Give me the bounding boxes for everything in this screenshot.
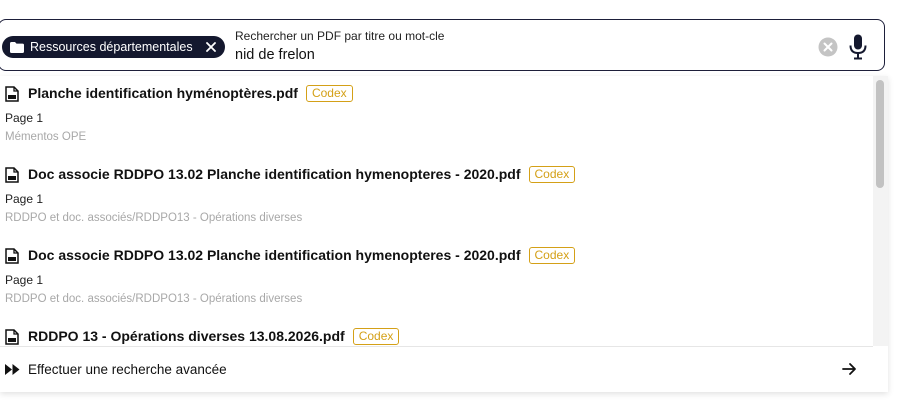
result-title-row: Doc associe RDDPO 13.02 Planche identifi… xyxy=(28,247,576,264)
source-badge: Codex xyxy=(352,328,400,345)
result-item[interactable]: RDDPO 13 - Opérations diverses 13.08.202… xyxy=(0,319,873,346)
source-badge: Codex xyxy=(528,247,576,264)
search-bar[interactable]: Ressources départementales Rechercher un… xyxy=(0,19,885,71)
arrow-right-icon[interactable] xyxy=(842,362,857,376)
result-title-row: Planche identification hyménoptères.pdf C… xyxy=(28,85,353,102)
result-page: Page 1 xyxy=(5,273,44,287)
advanced-search-label: Effectuer une recherche avancée xyxy=(28,362,227,377)
result-item[interactable]: Doc associe RDDPO 13.02 Planche identifi… xyxy=(0,238,873,316)
clear-icon[interactable] xyxy=(818,37,838,57)
scope-chip[interactable]: Ressources départementales xyxy=(2,36,225,58)
result-item[interactable]: Planche identification hyménoptères.pdf C… xyxy=(0,76,873,154)
results-dropdown: Planche identification hyménoptères.pdf C… xyxy=(0,76,888,392)
scope-chip-label: Ressources départementales xyxy=(30,40,193,54)
result-list: Planche identification hyménoptères.pdf C… xyxy=(0,76,873,346)
result-title: RDDPO 13 - Opérations diverses 13.08.202… xyxy=(28,328,345,344)
result-title: Planche identification hyménoptères.pdf xyxy=(28,85,298,101)
result-title-row: RDDPO 13 - Opérations diverses 13.08.202… xyxy=(28,328,400,345)
close-icon[interactable] xyxy=(205,41,217,53)
search-field-label: Rechercher un PDF par titre ou mot-cle xyxy=(235,29,445,43)
result-title: Doc associe RDDPO 13.02 Planche identifi… xyxy=(28,166,521,182)
result-path: RDDPO et doc. associés/RDDPO13 - Opérati… xyxy=(5,212,303,224)
source-badge: Codex xyxy=(528,166,576,183)
result-page: Page 1 xyxy=(5,192,44,206)
pdf-file-icon xyxy=(5,248,19,264)
search-input[interactable] xyxy=(235,47,755,63)
source-badge: Codex xyxy=(305,85,353,102)
result-path: RDDPO et doc. associés/RDDPO13 - Opérati… xyxy=(5,293,303,305)
result-path: Mémentos OPE xyxy=(5,131,87,143)
fast-forward-icon xyxy=(5,364,20,375)
scrollbar-thumb[interactable] xyxy=(876,80,884,188)
result-item[interactable]: Doc associe RDDPO 13.02 Planche identifi… xyxy=(0,157,873,235)
result-title-row: Doc associe RDDPO 13.02 Planche identifi… xyxy=(28,166,576,183)
microphone-icon[interactable] xyxy=(848,34,868,60)
result-title: Doc associe RDDPO 13.02 Planche identifi… xyxy=(28,247,521,263)
result-page: Page 1 xyxy=(5,111,44,125)
advanced-search-button[interactable]: Effectuer une recherche avancée xyxy=(0,346,873,392)
pdf-file-icon xyxy=(5,329,19,345)
pdf-file-icon xyxy=(5,86,19,102)
folder-icon xyxy=(10,41,24,53)
pdf-file-icon xyxy=(5,167,19,183)
